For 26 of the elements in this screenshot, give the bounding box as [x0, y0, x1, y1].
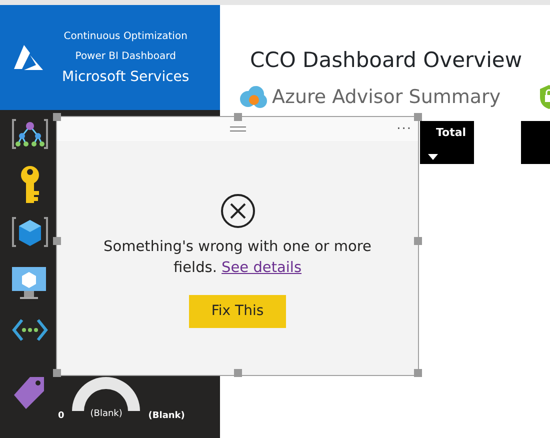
- resize-handle[interactable]: [234, 113, 242, 121]
- section-title: Azure Advisor Summary: [272, 84, 501, 110]
- header-text: Continuous Optimization: [64, 30, 188, 44]
- caret-icon: [428, 154, 438, 160]
- resize-handle[interactable]: [234, 369, 242, 377]
- column-header: Total: [420, 121, 474, 164]
- report-title: CCO Dashboard Overview: [250, 47, 524, 74]
- header-text: Power BI Dashboard: [75, 50, 176, 64]
- gauge-value: (Blank): [148, 410, 185, 422]
- resize-handle[interactable]: [53, 113, 61, 121]
- more-options-button[interactable]: ...: [396, 121, 412, 131]
- resize-handle[interactable]: [414, 113, 422, 121]
- fix-this-button[interactable]: Fix This: [189, 295, 286, 328]
- header-cell: [521, 121, 550, 164]
- error-icon: [220, 193, 256, 229]
- gauge-min: 0: [58, 410, 64, 422]
- resize-handle[interactable]: [414, 369, 422, 377]
- see-details-link[interactable]: See details: [222, 260, 302, 276]
- resize-handle[interactable]: [414, 237, 422, 245]
- cloud-icon: [238, 84, 268, 109]
- brand-text: Microsoft Services: [62, 68, 190, 87]
- resize-handle[interactable]: [53, 237, 61, 245]
- error-message: Something's wrong with one or more fields. See details: [102, 238, 372, 278]
- gauge-center: (Blank): [90, 408, 122, 420]
- drag-handle-icon: [230, 126, 246, 132]
- resize-handle[interactable]: [53, 369, 61, 377]
